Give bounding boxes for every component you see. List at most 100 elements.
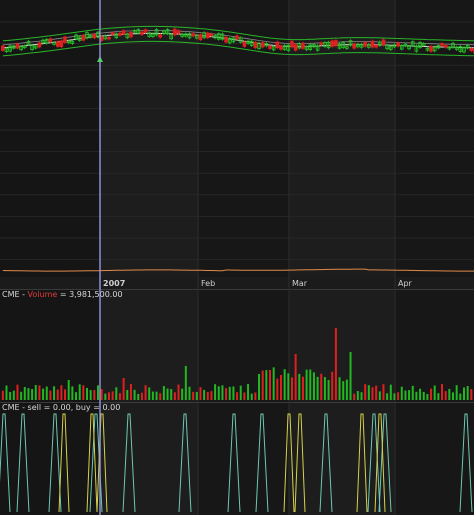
candle-body [253, 41, 258, 49]
volume-bar [261, 370, 264, 400]
candle-body [37, 42, 42, 48]
volume-bar [250, 393, 253, 400]
buy-value: 0.00 [102, 403, 120, 412]
volume-bar [82, 385, 85, 400]
volume-bar [53, 386, 56, 400]
month-shade [395, 0, 474, 277]
volume-bar [192, 391, 195, 400]
candle-body [81, 34, 86, 41]
volume-bar [221, 385, 224, 400]
volume-bar [64, 389, 67, 400]
x-tick-label: Mar [292, 279, 308, 288]
volume-bar [466, 386, 469, 400]
volume-bar [23, 387, 26, 400]
volume-bar [20, 391, 23, 400]
volume-bar [5, 385, 8, 400]
volume-bar [115, 387, 118, 400]
candle-body [55, 41, 60, 47]
volume-bar [342, 381, 345, 400]
volume-bar [155, 391, 158, 400]
volume-bar [430, 388, 433, 400]
volume-bar [144, 385, 147, 400]
volume-symbol: CME [2, 290, 20, 299]
volume-bar [301, 376, 304, 400]
volume-bar [217, 386, 220, 400]
month-shade [198, 290, 289, 402]
volume-bar [283, 369, 286, 400]
volume-series-name: Volume [28, 290, 58, 299]
volume-bar [100, 389, 103, 400]
volume-bar [309, 369, 312, 400]
volume-bar [195, 391, 198, 400]
candle-body [260, 42, 265, 48]
volume-bar [254, 392, 257, 400]
volume-bar [294, 354, 297, 400]
volume-bar [93, 390, 96, 400]
volume-bar [75, 392, 78, 400]
candle-body [469, 48, 474, 52]
volume-bar [188, 386, 191, 400]
month-shade [198, 403, 289, 515]
volume-value: 3,981,500.00 [69, 290, 122, 299]
sell-value: 0.00 [53, 403, 71, 412]
volume-bar [378, 391, 381, 400]
candle-body [129, 32, 133, 38]
volume-bar [71, 386, 74, 400]
month-shade [395, 403, 474, 515]
volume-bar [111, 391, 114, 400]
candle-body [15, 43, 20, 49]
volume-bar [290, 377, 293, 400]
candle-body [118, 32, 122, 36]
volume-bar [31, 388, 34, 400]
volume-bar [184, 366, 187, 400]
volume-bar [78, 384, 81, 400]
candle-body [396, 42, 400, 47]
volume-bar [397, 392, 400, 400]
volume-bar [126, 389, 129, 400]
volume-bar [232, 386, 235, 400]
volume-bar [133, 389, 136, 400]
volume-bar [419, 388, 422, 400]
candle-body [143, 29, 148, 33]
volume-bar [338, 377, 341, 400]
volume-bar [448, 388, 451, 400]
candle-body [301, 42, 305, 49]
volume-bar [331, 371, 334, 400]
candle-body [107, 36, 111, 40]
volume-bar [247, 384, 250, 400]
volume-bar [96, 385, 99, 400]
candle-body [209, 33, 214, 37]
volume-bar [276, 378, 279, 400]
volume-bar [181, 388, 184, 400]
volume-bar [148, 387, 151, 400]
volume-bar [173, 392, 176, 400]
volume-bar [320, 373, 323, 400]
volume-bar [239, 385, 242, 400]
candle-body [1, 45, 5, 51]
candle-body [279, 45, 283, 50]
candle-body [290, 40, 294, 48]
volume-bar [455, 385, 458, 400]
volume-panel-title: CME - Volume = 3,981,500.00 [2, 290, 123, 299]
volume-bar [243, 392, 246, 400]
x-tick-label: Feb [201, 279, 215, 288]
volume-bar [258, 374, 261, 400]
volume-bar [415, 391, 418, 400]
candle-body [92, 33, 97, 39]
volume-bar [279, 375, 282, 400]
volume-bar [459, 393, 462, 400]
month-shade [0, 290, 100, 402]
volume-bar [129, 384, 132, 400]
candle-body [48, 38, 53, 43]
volume-bar [118, 393, 121, 400]
volume-bar [316, 376, 319, 400]
volume-bar [56, 389, 59, 400]
volume-bar [49, 390, 52, 400]
volume-bar [462, 387, 465, 400]
volume-bar [16, 384, 19, 400]
volume-bar [166, 388, 169, 400]
candle-body [205, 32, 210, 39]
volume-bar [426, 393, 429, 400]
volume-bar [170, 389, 173, 400]
volume-bar [287, 373, 290, 400]
